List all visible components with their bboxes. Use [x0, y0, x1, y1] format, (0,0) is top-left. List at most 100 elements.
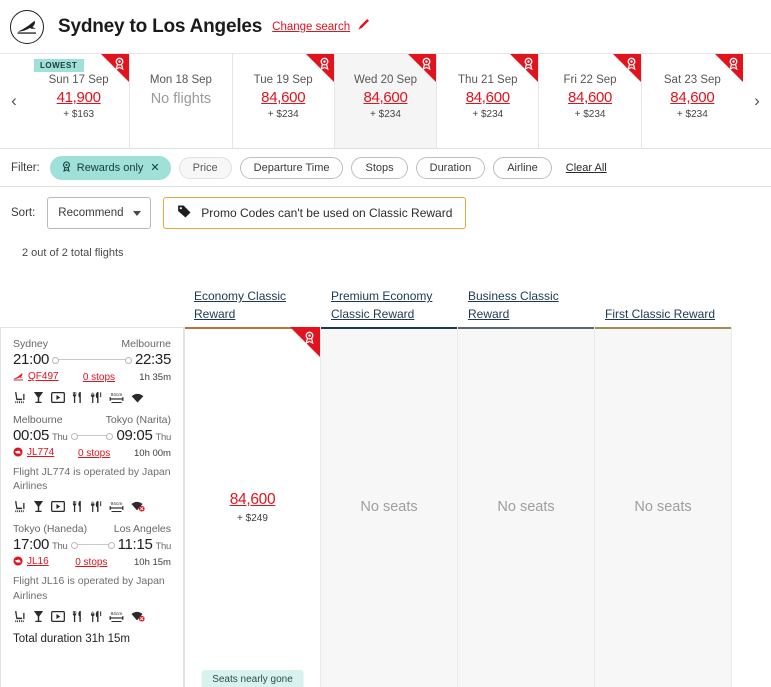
lowest-badge: LOWEST	[34, 59, 85, 72]
filter-label: Filter:	[11, 161, 40, 174]
date-cell-day: Fri 22 Sep	[563, 74, 617, 86]
segment-amenities: 94cm	[13, 610, 171, 623]
page-header: Sydney to Los Angeles Change search	[0, 0, 771, 54]
date-cell-price[interactable]: 84,600	[466, 89, 510, 106]
date-cell-price[interactable]: 84,600	[261, 89, 305, 106]
segment-route-line	[52, 357, 132, 364]
filter-chip-stops[interactable]: Stops	[351, 156, 408, 179]
date-cell-1[interactable]: Mon 18 Sep No flights	[129, 54, 232, 148]
fare-column-header-1[interactable]: Premium Economy Classic Reward	[331, 288, 468, 323]
date-cell-5[interactable]: Fri 22 Sep 84,600 + $234	[538, 54, 641, 148]
wifi-icon	[131, 393, 144, 403]
flight-segment-1: Melbourne Tokyo (Narita) 00:05 Thu 09:05 Thu J…	[13, 414, 171, 513]
segment-meta: JL774 0 stops 10h 00m	[13, 447, 171, 460]
segment-depart-day: Thu	[52, 541, 68, 553]
filter-chip-duration[interactable]: Duration	[415, 156, 486, 179]
date-carousel: ‹ LOWEST Sun 17 Sep 41,900 + $163 Mon 18 Sep…	[0, 54, 771, 149]
date-cell-price[interactable]: 41,900	[57, 89, 101, 106]
pencil-icon[interactable]	[357, 17, 371, 36]
segment-stops[interactable]: 0 stops	[78, 448, 110, 459]
segment-meta: QF497 0 stops 1h 35m	[13, 371, 171, 384]
date-cell-4[interactable]: Thu 21 Sep 84,600 + $234	[436, 54, 539, 148]
segment-flight-number-label: JL16	[27, 556, 49, 568]
segment-cities: Sydney Melbourne	[13, 338, 171, 350]
date-cell-day: Sat 23 Sep	[663, 74, 721, 86]
fare-cell-2[interactable]: No seats	[458, 327, 595, 687]
segment-stops[interactable]: 0 stops	[83, 372, 115, 383]
date-cell-tax: + $234	[676, 109, 708, 120]
date-cell-2[interactable]: Tue 19 Sep 84,600 + $234	[231, 54, 334, 148]
date-cell-tax: + $234	[574, 109, 606, 120]
date-cell-day: Tue 19 Sep	[253, 74, 313, 86]
itinerary-card[interactable]: Sydney Melbourne 21:00 22:35 QF497 0 stops 1h …	[0, 327, 184, 687]
meal-icon	[72, 500, 83, 513]
filter-chip-remove-icon[interactable]: ✕	[150, 161, 159, 174]
fare-cell-1[interactable]: No seats	[321, 327, 458, 687]
segment-arrive-day: Thu	[155, 541, 172, 553]
fare-cell-3[interactable]: No seats	[595, 327, 732, 687]
total-duration: Total duration 31h 15m	[13, 632, 130, 645]
legroom-icon: 94cm	[109, 610, 124, 623]
snack-icon	[90, 391, 102, 404]
date-cells: LOWEST Sun 17 Sep 41,900 + $163 Mon 18 Sep No…	[28, 54, 743, 148]
jal-mark-icon	[13, 447, 23, 460]
svg-text:94cm: 94cm	[111, 611, 123, 617]
segment-depart-time: 00:05 Thu	[13, 427, 68, 444]
filter-chip-airline[interactable]: Airline	[493, 156, 552, 179]
meal-icon	[72, 391, 83, 404]
segment-stops[interactable]: 0 stops	[75, 557, 107, 568]
rosette-icon	[522, 57, 535, 71]
fare-cells: 84,600 + $249 Seats nearly gone No seats No …	[184, 327, 771, 687]
segment-origin: Sydney	[13, 338, 49, 350]
promo-notice: Promo Codes can't be used on Classic Rew…	[163, 197, 467, 229]
change-search-link[interactable]: Change search	[272, 21, 350, 33]
segment-arrive-time: 09:05 Thu	[116, 427, 171, 444]
segment-times: 21:00 22:35	[13, 351, 171, 368]
chevron-down-icon	[133, 211, 142, 216]
date-cell-6[interactable]: Sat 23 Sep 84,600 + $234	[640, 54, 743, 148]
segment-route-line	[70, 542, 115, 550]
segment-flight-number[interactable]: JL16	[13, 556, 49, 569]
fare-cell-accent-bar	[321, 327, 457, 329]
segment-flight-number[interactable]: QF497	[13, 371, 59, 384]
date-prev-arrow[interactable]: ‹	[0, 54, 28, 148]
filter-bar: Filter: Rewards only ✕ Price Departure T…	[0, 149, 771, 187]
date-cell-price[interactable]: 84,600	[363, 89, 407, 106]
fare-column-header-3[interactable]: First Classic Reward	[605, 306, 742, 323]
flight-segment-0: Sydney Melbourne 21:00 22:35 QF497 0 stops 1h …	[13, 338, 171, 404]
svg-text:94cm: 94cm	[111, 392, 123, 398]
filter-chip-rewards-only-label: Rewards only	[76, 161, 144, 174]
segment-operator-note: Flight JL16 is operated by Japan Airline…	[13, 575, 165, 602]
segment-meta: JL16 0 stops 10h 15m	[13, 556, 171, 569]
fare-column-header-0[interactable]: Economy Classic Reward	[194, 288, 331, 323]
date-cell-price[interactable]: 84,600	[670, 89, 714, 106]
flight-results-page: Sydney to Los Angeles Change search ‹ LO…	[0, 0, 771, 687]
segment-flight-number[interactable]: JL774	[13, 447, 54, 460]
svg-text:94cm: 94cm	[111, 501, 123, 507]
filter-chip-rewards-only[interactable]: Rewards only ✕	[49, 155, 171, 180]
segment-depart-day: Thu	[52, 432, 68, 443]
drink-icon	[33, 391, 44, 404]
results-count: 2 out of 2 total flights	[22, 247, 124, 259]
date-cell-price[interactable]: 84,600	[568, 89, 612, 106]
fare-column-header-label: Premium Economy Classic Reward	[331, 289, 433, 321]
date-cell-0[interactable]: LOWEST Sun 17 Sep 41,900 + $163	[28, 54, 130, 148]
fare-column-header-label: Business Classic Reward	[468, 289, 559, 321]
segment-destination: Melbourne	[121, 338, 171, 350]
sort-select[interactable]: Recommend	[47, 197, 152, 229]
fare-price[interactable]: 84,600 + $249	[230, 491, 276, 524]
fare-points: 84,600	[229, 490, 276, 508]
date-cell-3[interactable]: Wed 20 Sep 84,600 + $234	[333, 54, 437, 148]
date-next-arrow[interactable]: ›	[743, 54, 771, 148]
clear-all-link[interactable]: Clear All	[566, 162, 607, 174]
flight-segment-2: Tokyo (Haneda) Los Angeles 17:00 Thu 11:15 Th…	[13, 523, 171, 622]
segment-arrive-time: 11:15 Thu	[117, 536, 172, 554]
filter-chip-price[interactable]: Price	[178, 156, 232, 179]
filter-chip-departure-time[interactable]: Departure Time	[239, 156, 344, 179]
fare-cell-0[interactable]: 84,600 + $249 Seats nearly gone	[184, 327, 321, 687]
segment-destination: Tokyo (Narita)	[105, 414, 171, 426]
legroom-icon: 94cm	[109, 500, 124, 513]
date-cell-tax: + $234	[370, 109, 401, 120]
seat-icon	[13, 610, 26, 623]
fare-column-header-2[interactable]: Business Classic Reward	[468, 288, 605, 323]
